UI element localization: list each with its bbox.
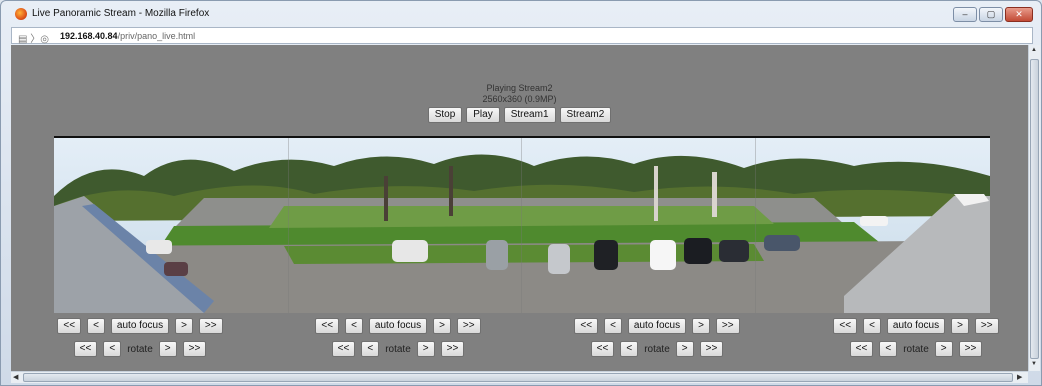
rotate-forward-button[interactable]: > bbox=[158, 341, 177, 357]
scroll-down-icon[interactable]: ▼ bbox=[1031, 361, 1037, 367]
focus-row: << < auto focus > >> bbox=[567, 316, 747, 336]
auto-focus-button[interactable]: auto focus bbox=[627, 318, 687, 334]
focus-fast-forward-button[interactable]: >> bbox=[974, 318, 999, 334]
rotate-label: rotate bbox=[903, 343, 929, 355]
focus-fast-back-button[interactable]: << bbox=[57, 318, 82, 334]
vertical-scroll-thumb[interactable] bbox=[1030, 59, 1039, 359]
focus-forward-button[interactable]: > bbox=[175, 318, 193, 334]
minimize-button[interactable]: – bbox=[953, 7, 977, 22]
focus-forward-button[interactable]: > bbox=[692, 318, 710, 334]
rotate-fast-back-button[interactable]: << bbox=[73, 341, 98, 357]
focus-row: << < auto focus > >> bbox=[826, 316, 1006, 336]
rotate-row: << < rotate > >> bbox=[826, 339, 1006, 359]
vertical-scrollbar[interactable]: ▲ ▼ bbox=[1028, 45, 1040, 371]
focus-row: << < auto focus > >> bbox=[308, 316, 488, 336]
site-identity-icon[interactable]: ▤ 〉◎ bbox=[18, 30, 49, 45]
rotate-fast-back-button[interactable]: << bbox=[331, 341, 356, 357]
camera-controls-2: << < auto focus > >> << < rotate > >> bbox=[308, 316, 488, 362]
page-content: Playing Stream2 2560x360 (0.9MP) Stop Pl… bbox=[11, 45, 1028, 371]
panorama-image bbox=[54, 136, 990, 313]
address-bar[interactable]: ▤ 〉◎ 192.168.40.84/priv/pano_live.html bbox=[11, 27, 1033, 45]
status-playing: Playing Stream2 bbox=[486, 83, 553, 93]
maximize-button[interactable]: ▢ bbox=[979, 7, 1003, 22]
rotate-forward-button[interactable]: > bbox=[416, 341, 435, 357]
focus-fast-back-button[interactable]: << bbox=[315, 318, 340, 334]
focus-fast-back-button[interactable]: << bbox=[574, 318, 599, 334]
rotate-fast-forward-button[interactable]: >> bbox=[699, 341, 724, 357]
rotate-back-button[interactable]: < bbox=[361, 341, 380, 357]
focus-fast-back-button[interactable]: << bbox=[833, 318, 858, 334]
focus-row: << < auto focus > >> bbox=[50, 316, 230, 336]
title-bar: Live Panoramic Stream - Mozilla Firefox … bbox=[1, 1, 1041, 25]
camera-controls-3: << < auto focus > >> << < rotate > >> bbox=[567, 316, 747, 362]
scroll-left-icon[interactable]: ◀ bbox=[13, 373, 18, 381]
focus-back-button[interactable]: < bbox=[87, 318, 105, 334]
rotate-row: << < rotate > >> bbox=[567, 339, 747, 359]
play-button[interactable]: Play bbox=[466, 107, 500, 123]
panoramic-video bbox=[54, 136, 990, 313]
focus-back-button[interactable]: < bbox=[345, 318, 363, 334]
rotate-label: rotate bbox=[644, 343, 670, 355]
camera-controls-4: << < auto focus > >> << < rotate > >> bbox=[826, 316, 1006, 362]
focus-forward-button[interactable]: > bbox=[433, 318, 451, 334]
rotate-back-button[interactable]: < bbox=[103, 341, 122, 357]
focus-back-button[interactable]: < bbox=[863, 318, 881, 334]
stop-button[interactable]: Stop bbox=[427, 107, 463, 123]
stream2-button[interactable]: Stream2 bbox=[559, 107, 612, 123]
window-title: Live Panoramic Stream - Mozilla Firefox bbox=[32, 8, 210, 19]
focus-fast-forward-button[interactable]: >> bbox=[198, 318, 223, 334]
firefox-icon bbox=[15, 8, 27, 20]
rotate-back-button[interactable]: < bbox=[879, 341, 898, 357]
url-text[interactable]: 192.168.40.84/priv/pano_live.html bbox=[60, 31, 195, 41]
browser-window: Live Panoramic Stream - Mozilla Firefox … bbox=[0, 0, 1042, 386]
window-controls: – ▢ ✕ bbox=[951, 7, 1033, 22]
horizontal-scrollbar[interactable]: ◀ ▶ bbox=[11, 371, 1028, 383]
url-path: /priv/pano_live.html bbox=[117, 31, 196, 41]
auto-focus-button[interactable]: auto focus bbox=[110, 318, 170, 334]
rotate-row: << < rotate > >> bbox=[50, 339, 230, 359]
camera-controls-1: << < auto focus > >> << < rotate > >> bbox=[50, 316, 230, 362]
rotate-fast-back-button[interactable]: << bbox=[849, 341, 874, 357]
stream-status: Playing Stream2 2560x360 (0.9MP) bbox=[11, 83, 1028, 105]
rotate-forward-button[interactable]: > bbox=[934, 341, 953, 357]
horizontal-scroll-thumb[interactable] bbox=[23, 373, 1013, 382]
rotate-fast-forward-button[interactable]: >> bbox=[182, 341, 207, 357]
auto-focus-button[interactable]: auto focus bbox=[886, 318, 946, 334]
focus-fast-forward-button[interactable]: >> bbox=[715, 318, 740, 334]
stream-buttons: Stop Play Stream1 Stream2 bbox=[11, 107, 1028, 123]
focus-forward-button[interactable]: > bbox=[951, 318, 969, 334]
rotate-label: rotate bbox=[127, 343, 153, 355]
close-button[interactable]: ✕ bbox=[1005, 7, 1033, 22]
focus-back-button[interactable]: < bbox=[604, 318, 622, 334]
rotate-back-button[interactable]: < bbox=[620, 341, 639, 357]
stream1-button[interactable]: Stream1 bbox=[503, 107, 556, 123]
auto-focus-button[interactable]: auto focus bbox=[368, 318, 428, 334]
url-host: 192.168.40.84 bbox=[60, 31, 118, 41]
rotate-fast-back-button[interactable]: << bbox=[590, 341, 615, 357]
scroll-right-icon[interactable]: ▶ bbox=[1017, 373, 1022, 381]
rotate-forward-button[interactable]: > bbox=[675, 341, 694, 357]
scroll-up-icon[interactable]: ▲ bbox=[1031, 47, 1037, 53]
rotate-fast-forward-button[interactable]: >> bbox=[440, 341, 465, 357]
rotate-row: << < rotate > >> bbox=[308, 339, 488, 359]
rotate-label: rotate bbox=[385, 343, 411, 355]
status-resolution: 2560x360 (0.9MP) bbox=[482, 94, 557, 104]
focus-fast-forward-button[interactable]: >> bbox=[456, 318, 481, 334]
rotate-fast-forward-button[interactable]: >> bbox=[958, 341, 983, 357]
